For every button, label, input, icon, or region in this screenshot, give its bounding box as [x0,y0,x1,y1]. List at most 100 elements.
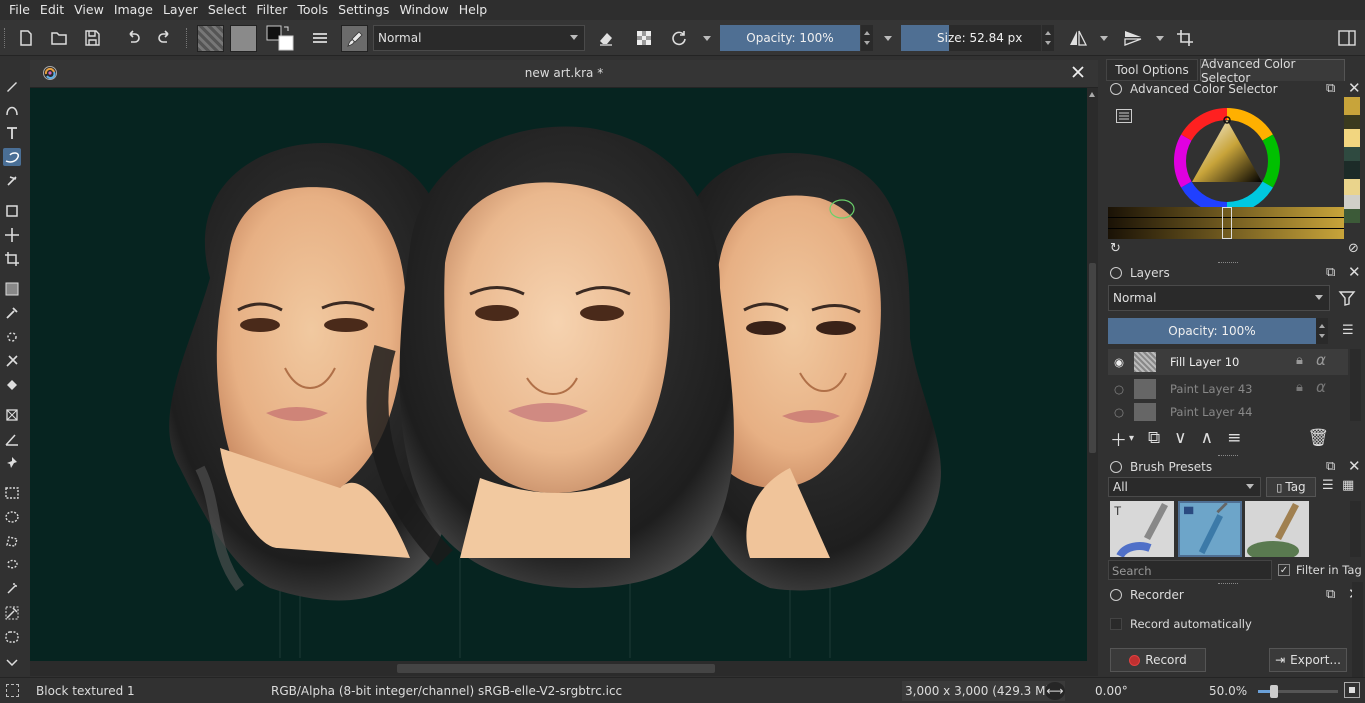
clear-icon[interactable]: ⊘ [1348,241,1359,256]
save-button[interactable] [80,26,104,50]
swatch[interactable] [1344,97,1360,115]
swatch[interactable] [1344,195,1360,209]
float-panel-button[interactable]: ⧉ [1326,265,1335,280]
freehand-select-tool[interactable] [3,556,21,574]
freehand-path-tool[interactable] [3,148,21,166]
lock-icon[interactable] [1110,589,1122,601]
eye-icon[interactable]: ◉ [1108,355,1130,369]
lock-icon[interactable] [1110,461,1122,473]
size-slider[interactable]: Size: 52.84 px [901,25,1041,51]
layer-filter-button[interactable] [1338,289,1356,307]
layer-opacity-spinner[interactable] [1316,318,1328,344]
brush-preset-thumb[interactable] [1245,501,1309,561]
reference-tool[interactable] [3,454,21,472]
layer-row[interactable]: ○ Paint Layer 43 [1108,376,1348,402]
smart-patch-tool[interactable] [3,328,21,346]
open-document-button[interactable] [47,26,71,50]
tab-tool-options[interactable]: Tool Options [1106,59,1198,81]
vertical-scrollbar[interactable] [1087,88,1098,661]
wrap-around-button[interactable] [1173,26,1197,50]
panel-splitter[interactable] [1218,455,1238,458]
chevron-down-icon[interactable] [1156,36,1164,41]
menu-view[interactable]: View [69,0,109,20]
swatch[interactable] [1344,115,1360,129]
eye-hidden-icon[interactable]: ○ [1108,382,1130,396]
lock-icon[interactable]: 🔒︎ [1296,380,1303,395]
redo-button[interactable] [153,26,177,50]
list-view-icon[interactable]: ☰ [1322,478,1334,493]
pattern-selector[interactable] [230,25,257,52]
opacity-slider[interactable]: Opacity: 100% [720,25,860,51]
transform-tool[interactable] [3,202,21,220]
fg-bg-color-selector[interactable] [266,24,296,52]
reload-preset-button[interactable] [667,26,691,50]
menu-tools[interactable]: Tools [292,0,333,20]
swatch[interactable] [1344,161,1360,179]
size-spinner[interactable] [1042,25,1054,51]
lock-icon[interactable] [1110,267,1122,279]
delete-layer-button[interactable]: 🗑︎ [1307,428,1329,448]
menu-window[interactable]: Window [394,0,453,20]
selection-icon[interactable] [6,684,19,697]
canvas-only-toggle[interactable] [1344,682,1360,698]
fill-settings-button[interactable] [308,26,332,50]
text-tool[interactable] [3,124,21,142]
brush-preset-thumb[interactable]: T [1110,501,1174,559]
crop-tool[interactable] [3,250,21,268]
move-tool[interactable] [3,226,21,244]
similar-color-select-tool[interactable] [3,604,21,622]
filter-in-tag-checkbox[interactable]: ✓ Filter in Tag [1278,560,1362,580]
docker-scrollbar[interactable] [1352,582,1363,677]
mirror-horizontal-button[interactable] [1066,26,1090,50]
gradient-selector[interactable] [197,25,224,52]
lock-icon[interactable]: 🔒︎ [1296,353,1303,368]
tag-button[interactable]: ▯ Tag [1266,477,1316,497]
move-layer-up-button[interactable]: ∧ [1201,428,1213,448]
measure-tool[interactable] [3,406,21,424]
layer-row[interactable]: ○ Paint Layer 44 [1108,403,1348,421]
menu-select[interactable]: Select [203,0,252,20]
image-size-label[interactable]: 3,000 x 3,000 (429.3 MiB) [902,681,1065,701]
refresh-icon[interactable]: ↻ [1110,241,1121,256]
layer-blend-mode-select[interactable]: Normal [1108,285,1330,311]
color-history-swatches[interactable] [1344,97,1360,239]
toggle-docker-button[interactable] [1335,26,1359,50]
menu-help[interactable]: Help [454,0,493,20]
close-panel-button[interactable]: ✕ [1348,457,1361,475]
vertical-scroll-thumb[interactable] [1089,263,1096,453]
swatch[interactable] [1344,129,1360,147]
assistant-tool[interactable] [3,352,21,370]
record-button[interactable]: Record [1110,648,1206,672]
brush-scrollbar[interactable] [1350,501,1361,557]
horizontal-scroll-thumb[interactable] [397,664,715,673]
chevron-down-icon[interactable]: ▾ [1129,433,1134,444]
horizontal-scrollbar[interactable] [30,661,1087,676]
eye-hidden-icon[interactable]: ○ [1108,405,1130,419]
float-panel-button[interactable]: ⧉ [1326,459,1335,474]
magnetic-select-tool[interactable] [3,652,21,666]
lock-icon[interactable] [1110,83,1122,95]
color-shade-bars[interactable] [1108,207,1344,239]
zoom-slider-handle[interactable] [1270,685,1278,698]
export-button[interactable]: ⇥ Export... [1269,648,1347,672]
panel-splitter[interactable] [1218,583,1238,586]
alpha-lock-icon[interactable]: α [1316,351,1326,369]
menu-settings[interactable]: Settings [333,0,394,20]
chevron-down-icon[interactable] [884,36,892,41]
chevron-down-icon[interactable] [703,36,711,41]
ellipse-select-tool[interactable] [3,508,21,526]
add-layer-button[interactable]: ＋ [1110,426,1127,451]
grid-view-icon[interactable]: ▦ [1342,478,1354,493]
layer-properties-button[interactable]: ≡ [1227,428,1241,448]
color-wheel[interactable] [1172,106,1282,216]
menu-layer[interactable]: Layer [158,0,203,20]
tab-advanced-color-selector[interactable]: Advanced Color Selector [1200,57,1345,85]
color-selector-settings-button[interactable] [1116,109,1132,123]
menu-filter[interactable]: Filter [251,0,292,20]
fill-tool[interactable] [3,376,21,394]
eraser-mode-button[interactable] [594,26,618,50]
float-panel-button[interactable]: ⧉ [1326,587,1335,602]
freehand-brush-tool[interactable] [3,77,21,95]
color-picker-tool[interactable] [3,304,21,322]
angle-tool[interactable] [3,430,21,448]
